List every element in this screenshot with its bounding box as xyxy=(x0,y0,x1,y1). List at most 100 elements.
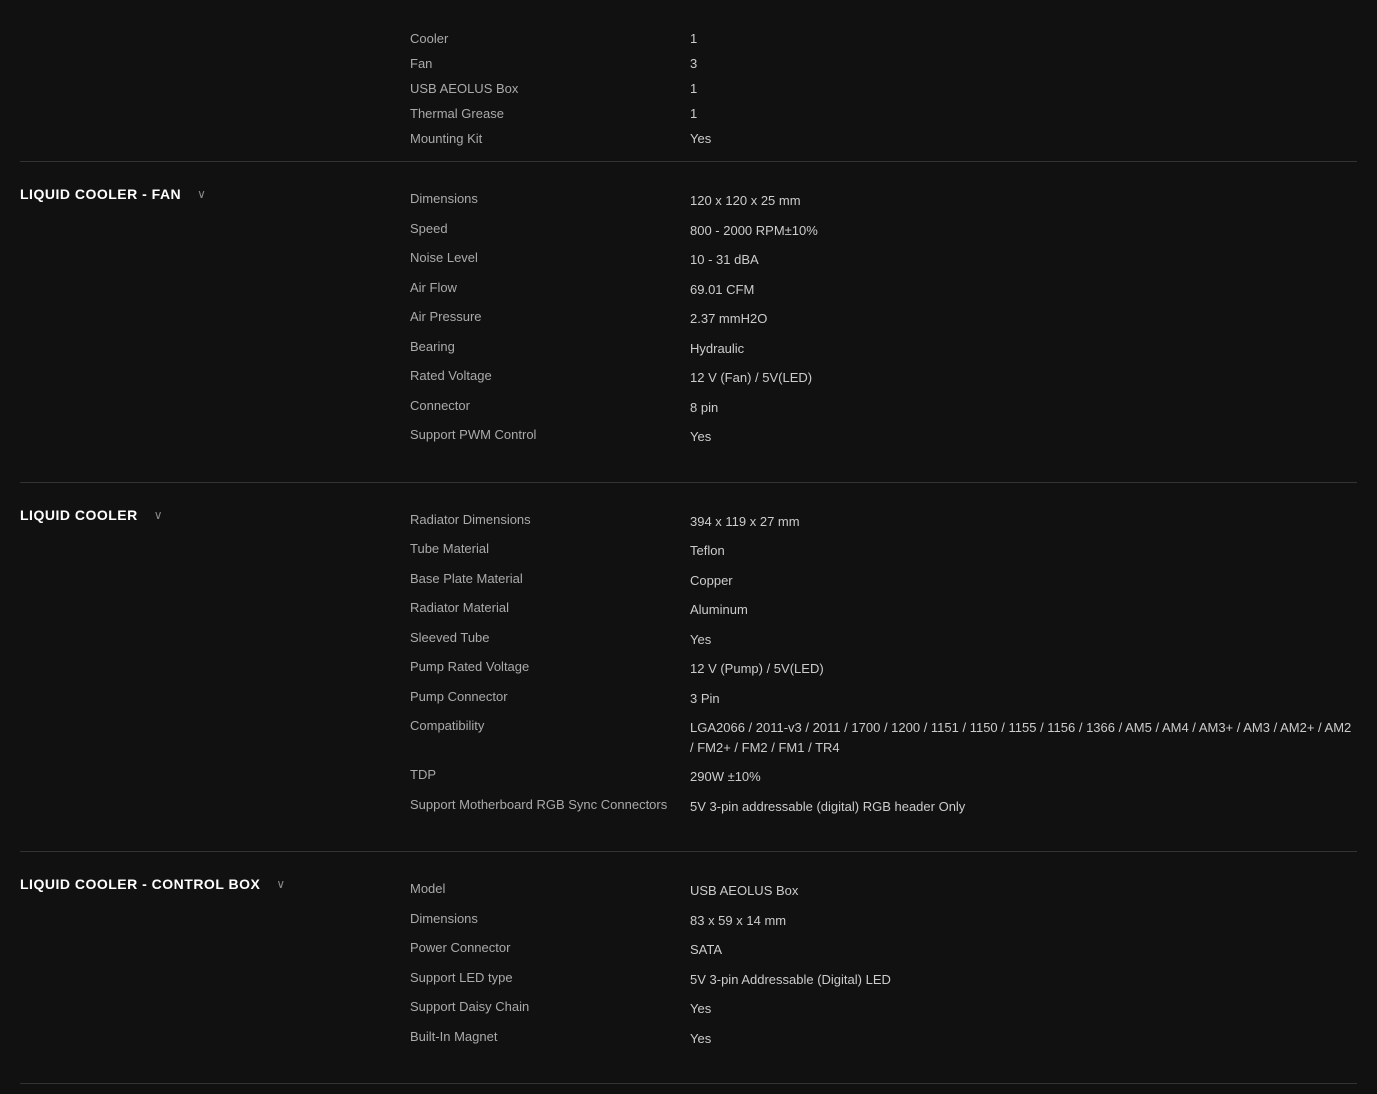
table-row: Tube MaterialTeflon xyxy=(410,536,1357,566)
spec-label: TDP xyxy=(410,767,690,787)
spec-label: Support Motherboard RGB Sync Connectors xyxy=(410,797,690,817)
spec-label: Radiator Dimensions xyxy=(410,512,690,532)
table-row: Support PWM ControlYes xyxy=(410,422,1357,452)
section-control-box: LIQUID COOLER - CONTROL BOX ∨ ModelUSB AEO… xyxy=(20,862,1357,1073)
table-row: USB AEOLUS Box1 xyxy=(410,76,1357,101)
table-row: Radiator MaterialAluminum xyxy=(410,595,1357,625)
spec-label: Thermal Grease xyxy=(410,106,690,121)
section-specs-cooler: Radiator Dimensions394 x 119 x 27 mmTube… xyxy=(410,507,1357,822)
table-row: Rated Voltage12 V (Fan) / 5V(LED) xyxy=(410,363,1357,393)
table-row: Thermal Grease1 xyxy=(410,101,1357,126)
spec-value: Hydraulic xyxy=(690,339,1357,359)
divider-after-cooler xyxy=(20,851,1357,852)
section-title-cooler: LIQUID COOLER xyxy=(20,507,138,523)
spec-value: Aluminum xyxy=(690,600,1357,620)
spec-value: 12 V (Fan) / 5V(LED) xyxy=(690,368,1357,388)
spec-label: Mounting Kit xyxy=(410,131,690,146)
spec-label: USB AEOLUS Box xyxy=(410,81,690,96)
spec-value: 1 xyxy=(690,31,1357,46)
table-row: ModelUSB AEOLUS Box xyxy=(410,876,1357,906)
section-title-control-box: LIQUID COOLER - CONTROL BOX xyxy=(20,876,260,892)
table-row: Support Daisy ChainYes xyxy=(410,994,1357,1024)
table-row: Mounting KitYes xyxy=(410,126,1357,151)
spec-label: Built-In Magnet xyxy=(410,1029,690,1049)
spec-value: LGA2066 / 2011-v3 / 2011 / 1700 / 1200 /… xyxy=(690,718,1357,757)
section-header-fan: LIQUID COOLER - FAN ∨ Dimensions120 x 120 … xyxy=(20,186,1357,452)
spec-value: USB AEOLUS Box xyxy=(690,881,1357,901)
spec-label: Power Connector xyxy=(410,940,690,960)
section-title-fan: LIQUID COOLER - FAN xyxy=(20,186,181,202)
divider-after-control-box xyxy=(20,1083,1357,1084)
sections-container: LIQUID COOLER - FAN ∨ Dimensions120 x 120 … xyxy=(20,172,1357,1084)
chevron-icon-fan[interactable]: ∨ xyxy=(197,187,206,201)
page-container: Cooler1Fan3USB AEOLUS Box1Thermal Grease… xyxy=(0,0,1377,1084)
spec-label: Support LED type xyxy=(410,970,690,990)
table-row: Built-In MagnetYes xyxy=(410,1024,1357,1054)
table-row: Air Pressure2.37 mmH2O xyxy=(410,304,1357,334)
spec-label: Pump Rated Voltage xyxy=(410,659,690,679)
table-row: Power ConnectorSATA xyxy=(410,935,1357,965)
table-row: Pump Rated Voltage12 V (Pump) / 5V(LED) xyxy=(410,654,1357,684)
spec-label: Pump Connector xyxy=(410,689,690,709)
spec-value: Yes xyxy=(690,131,1357,146)
spec-value: 3 xyxy=(690,56,1357,71)
spec-label: Tube Material xyxy=(410,541,690,561)
spec-value: Yes xyxy=(690,630,1357,650)
spec-value: 83 x 59 x 14 mm xyxy=(690,911,1357,931)
section-specs-control-box: ModelUSB AEOLUS BoxDimensions83 x 59 x 1… xyxy=(410,876,1357,1053)
spec-label: Support PWM Control xyxy=(410,427,690,447)
table-row: BearingHydraulic xyxy=(410,334,1357,364)
spec-label: Cooler xyxy=(410,31,690,46)
section-cooler: LIQUID COOLER ∨ Radiator Dimensions394 x 1… xyxy=(20,493,1357,842)
spec-value: Teflon xyxy=(690,541,1357,561)
spec-value: 69.01 CFM xyxy=(690,280,1357,300)
spec-value: 1 xyxy=(690,106,1357,121)
spec-label: Air Pressure xyxy=(410,309,690,329)
table-row: Cooler1 xyxy=(410,26,1357,51)
table-row: Air Flow69.01 CFM xyxy=(410,275,1357,305)
spec-label: Bearing xyxy=(410,339,690,359)
section-title-col-control-box: LIQUID COOLER - CONTROL BOX ∨ xyxy=(20,876,410,892)
spec-value: 12 V (Pump) / 5V(LED) xyxy=(690,659,1357,679)
spec-value: 3 Pin xyxy=(690,689,1357,709)
table-row: Fan3 xyxy=(410,51,1357,76)
spec-label: Radiator Material xyxy=(410,600,690,620)
spec-label: Dimensions xyxy=(410,191,690,211)
spec-value: Copper xyxy=(690,571,1357,591)
spec-value: Yes xyxy=(690,999,1357,1019)
table-row: Support Motherboard RGB Sync Connectors5… xyxy=(410,792,1357,822)
spec-label: Base Plate Material xyxy=(410,571,690,591)
divider-after-package xyxy=(20,161,1357,162)
section-header-control-box: LIQUID COOLER - CONTROL BOX ∨ ModelUSB AEO… xyxy=(20,876,1357,1053)
spec-label: Support Daisy Chain xyxy=(410,999,690,1019)
table-row: Pump Connector3 Pin xyxy=(410,684,1357,714)
package-contents-table: Cooler1Fan3USB AEOLUS Box1Thermal Grease… xyxy=(410,26,1357,151)
spec-label: Model xyxy=(410,881,690,901)
spec-value: 8 pin xyxy=(690,398,1357,418)
spec-value: Yes xyxy=(690,1029,1357,1049)
spec-label: Fan xyxy=(410,56,690,71)
spec-value: 2.37 mmH2O xyxy=(690,309,1357,329)
table-row: Noise Level10 - 31 dBA xyxy=(410,245,1357,275)
table-row: Support LED type5V 3-pin Addressable (Di… xyxy=(410,965,1357,995)
spec-value: Yes xyxy=(690,427,1357,447)
spec-label: Speed xyxy=(410,221,690,241)
spec-label: Connector xyxy=(410,398,690,418)
spec-label: Dimensions xyxy=(410,911,690,931)
spec-value: 1 xyxy=(690,81,1357,96)
spec-value: SATA xyxy=(690,940,1357,960)
chevron-icon-cooler[interactable]: ∨ xyxy=(154,508,163,522)
section-title-col-cooler: LIQUID COOLER ∨ xyxy=(20,507,410,523)
spec-label: Compatibility xyxy=(410,718,690,757)
product-header xyxy=(410,0,1357,26)
section-title-col-fan: LIQUID COOLER - FAN ∨ xyxy=(20,186,410,202)
spec-label: Rated Voltage xyxy=(410,368,690,388)
table-row: Sleeved TubeYes xyxy=(410,625,1357,655)
table-row: Radiator Dimensions394 x 119 x 27 mm xyxy=(410,507,1357,537)
spec-value: 394 x 119 x 27 mm xyxy=(690,512,1357,532)
spec-value: 290W ±10% xyxy=(690,767,1357,787)
section-specs-fan: Dimensions120 x 120 x 25 mmSpeed800 - 20… xyxy=(410,186,1357,452)
table-row: Speed800 - 2000 RPM±10% xyxy=(410,216,1357,246)
table-row: Dimensions83 x 59 x 14 mm xyxy=(410,906,1357,936)
chevron-icon-control-box[interactable]: ∨ xyxy=(276,877,285,891)
